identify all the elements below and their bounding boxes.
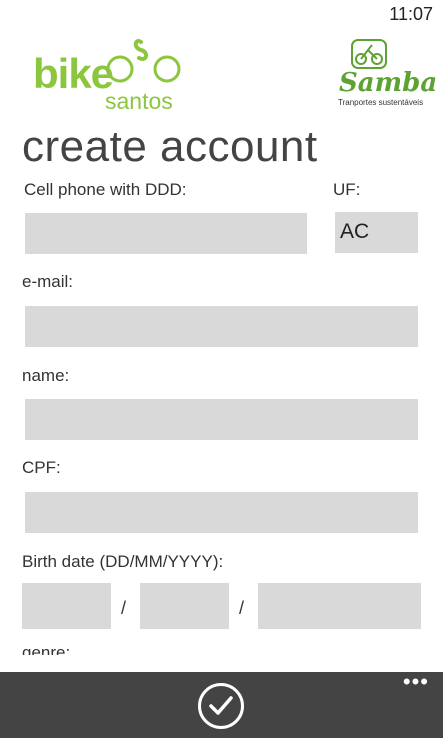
birth-month-field[interactable] [140,583,229,629]
genre-label-clip: genre: [0,643,443,655]
birth-day-field[interactable] [22,583,111,629]
confirm-button[interactable] [198,683,244,729]
genre-label: genre: [22,643,71,655]
cpf-field[interactable] [25,492,418,533]
cell-phone-field[interactable] [25,213,307,254]
page-title: create account [22,122,318,171]
bike-santos-logo: bike santos [33,34,193,114]
samba-bike-icon [351,39,387,69]
birth-year-field[interactable] [258,583,421,629]
cell-phone-label: Cell phone with DDD: [24,180,187,199]
cpf-label: CPF: [22,458,61,477]
date-separator: / [239,598,245,618]
email-label: e-mail: [22,272,74,291]
logo-word-bike: bike [33,50,114,97]
uf-label: UF: [333,180,361,199]
uf-select[interactable]: AC [335,212,418,253]
logo-word-samba: Samba [339,68,438,98]
check-icon [209,696,233,715]
app-bar: ••• [0,671,443,738]
birth-date-label: Birth date (DD/MM/YYYY): [22,552,224,571]
bicycle-icon [106,39,181,83]
samba-logo: Samba Tranportes sustentáveis [335,38,438,112]
name-field[interactable] [25,399,418,440]
date-separator: / [121,598,127,618]
status-bar: 11:07 [0,0,443,30]
uf-value: AC [340,220,370,243]
logo-tagline: Tranportes sustentáveis [338,98,424,107]
name-label: name: [22,366,70,385]
email-field[interactable] [25,306,418,347]
more-dots-icon[interactable]: ••• [403,671,429,693]
logo-word-santos: santos [105,88,173,114]
clock: 11:07 [389,4,433,24]
